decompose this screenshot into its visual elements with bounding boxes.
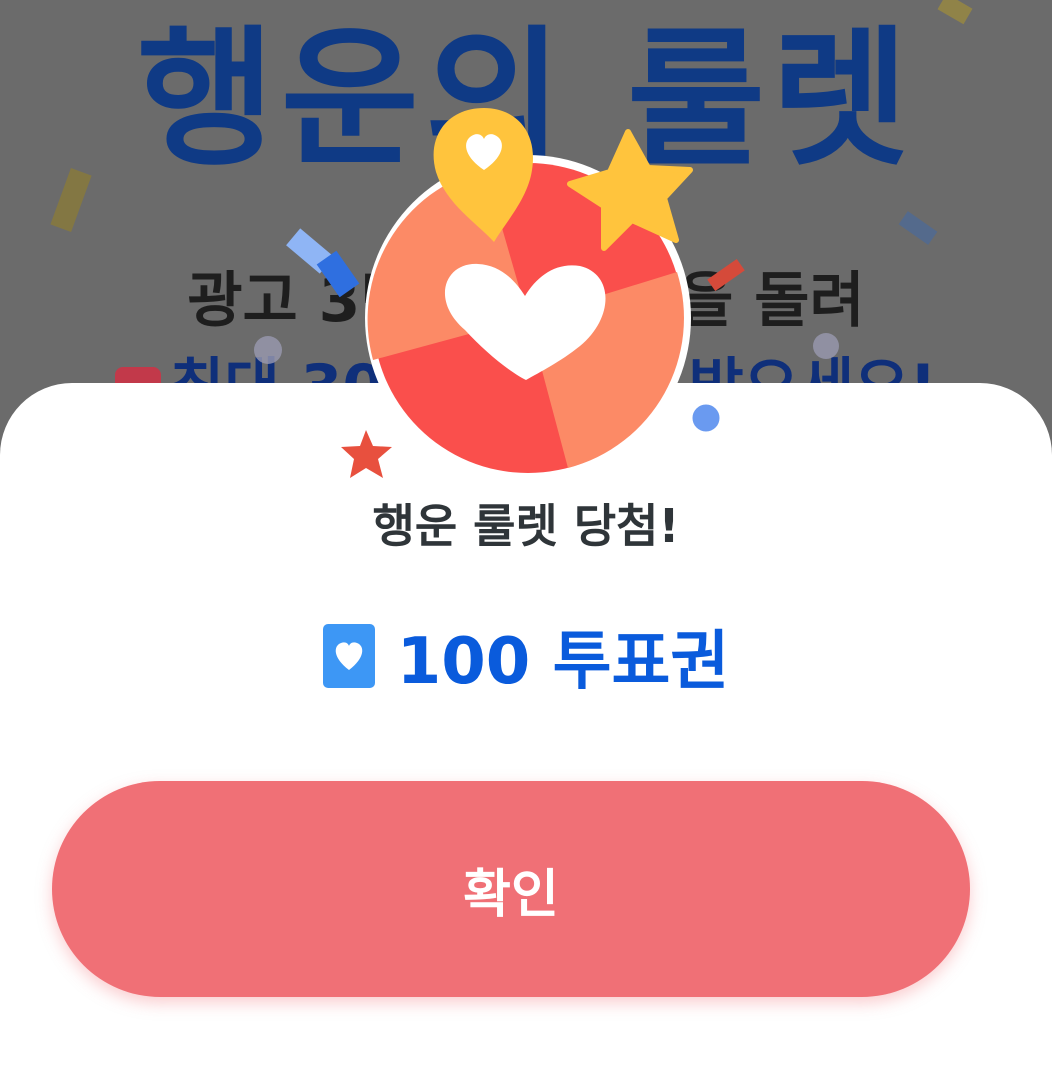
confirm-button[interactable]: 확인 — [52, 781, 970, 997]
roulette-illustration — [286, 108, 723, 481]
small-star-icon — [341, 430, 392, 478]
heart-ticket-icon — [322, 624, 375, 688]
confetti-dot — [689, 401, 723, 435]
prize-row: 100 투표권 — [0, 616, 1052, 699]
confirm-button-label: 확인 — [463, 864, 559, 925]
prize-text: 100 투표권 — [396, 625, 730, 699]
